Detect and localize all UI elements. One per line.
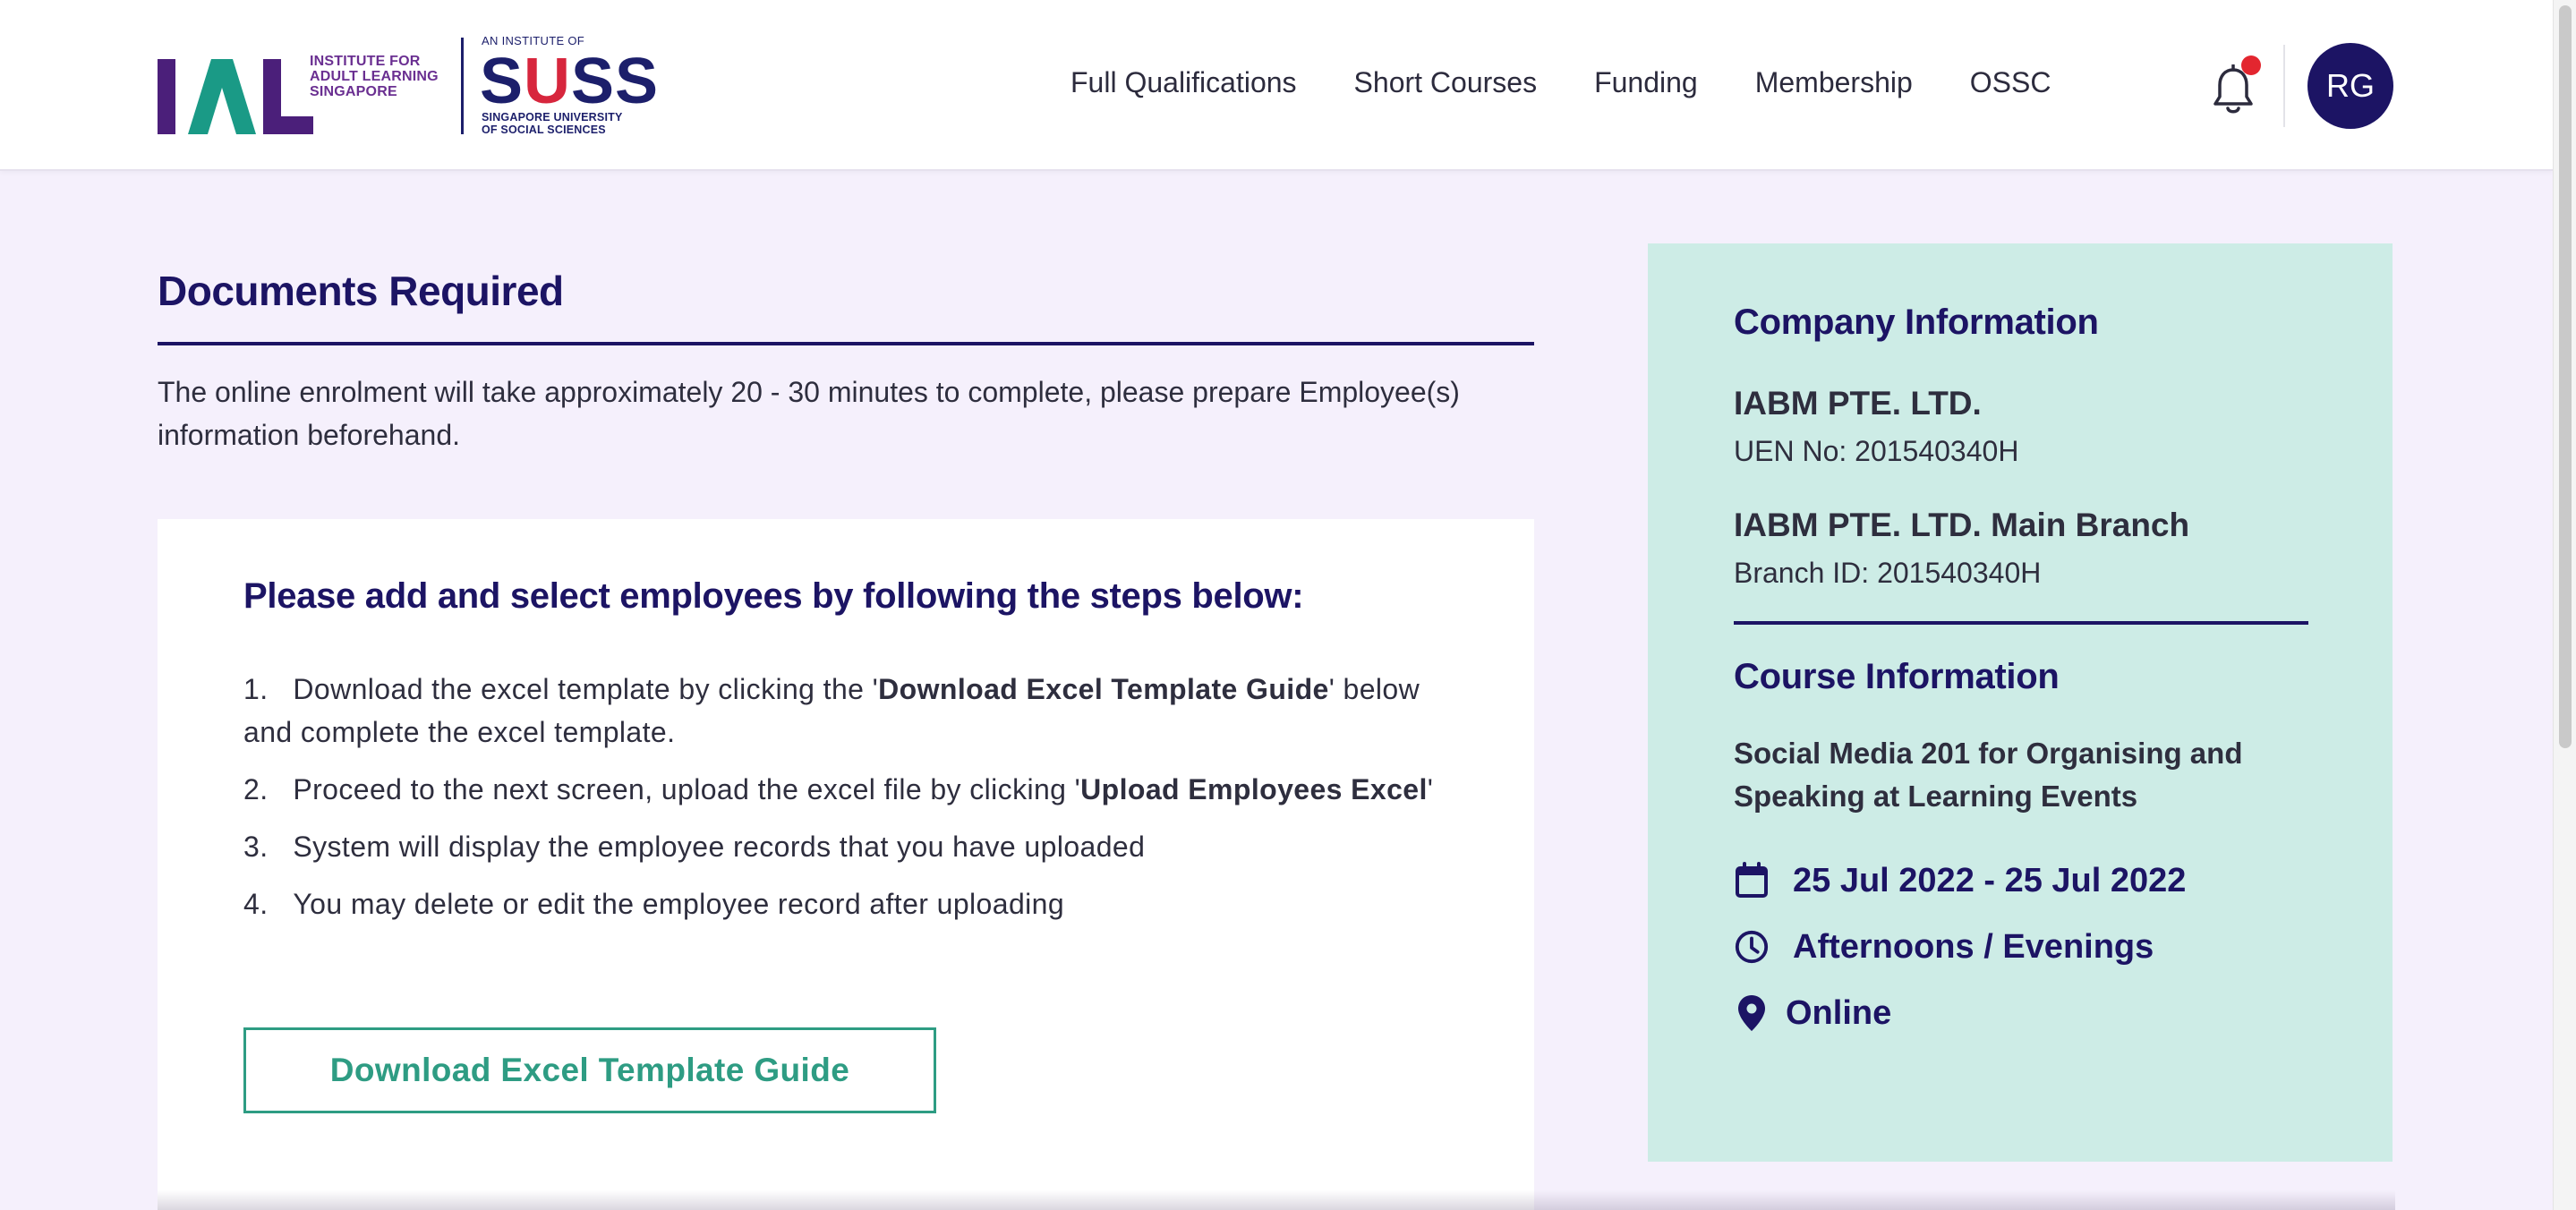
- step-item-2: 2. Proceed to the next screen, upload th…: [243, 773, 1434, 805]
- nav-membership[interactable]: Membership: [1755, 66, 1913, 99]
- branch-name: IABM PTE. LTD. Main Branch: [1734, 507, 2190, 543]
- company-name: IABM PTE. LTD.: [1734, 385, 1982, 422]
- download-excel-template-button[interactable]: Download Excel Template Guide: [243, 1027, 936, 1113]
- header-divider: [2283, 45, 2285, 127]
- nav-full-qualifications[interactable]: Full Qualifications: [1070, 66, 1297, 99]
- suss-university-text: SINGAPORE UNIVERSITY OF SOCIAL SCIENCES: [482, 111, 623, 136]
- calendar-icon: [1734, 861, 1770, 900]
- top-header: INSTITUTE FOR ADULT LEARNING SINGAPORE A…: [0, 0, 2553, 171]
- steps-card: Please add and select employees by follo…: [158, 519, 1534, 1210]
- course-location-row: Online: [1734, 993, 1891, 1033]
- course-name: Social Media 201 for Organising and Spea…: [1734, 737, 2243, 813]
- notification-dot: [2241, 55, 2261, 75]
- course-location: Online: [1786, 993, 1892, 1032]
- course-time-row: Afternoons / Evenings: [1734, 927, 2154, 967]
- info-divider: [1734, 621, 2308, 625]
- course-date-row: 25 Jul 2022 - 25 Jul 2022: [1734, 861, 2186, 900]
- ial-logo-mark: [158, 59, 313, 134]
- company-uen: UEN No: 201540340H: [1734, 435, 2019, 467]
- nav-short-courses[interactable]: Short Courses: [1354, 66, 1538, 99]
- documents-required-title: Documents Required: [158, 268, 564, 314]
- bottom-shadow: [158, 1190, 2395, 1210]
- info-panel: Company Information IABM PTE. LTD. UEN N…: [1648, 243, 2393, 1162]
- user-avatar[interactable]: RG: [2307, 43, 2393, 129]
- page-scrollbar[interactable]: [2553, 0, 2576, 1210]
- map-pin-icon: [1734, 993, 1770, 1033]
- scrollbar-thumb[interactable]: [2559, 5, 2572, 748]
- step-item-1: 1. Download the excel template by clicki…: [243, 673, 1420, 748]
- brand-logo[interactable]: INSTITUTE FOR ADULT LEARNING SINGAPORE A…: [158, 34, 658, 138]
- company-info-heading: Company Information: [1734, 302, 2099, 342]
- course-date: 25 Jul 2022 - 25 Jul 2022: [1793, 861, 2187, 899]
- nav-funding[interactable]: Funding: [1594, 66, 1698, 99]
- step-item-3: 3. System will display the employee reco…: [243, 831, 1146, 863]
- suss-wordmark: SUSS: [480, 46, 660, 117]
- notification-button[interactable]: [2211, 55, 2261, 115]
- main-nav: Full Qualifications Short Courses Fundin…: [1070, 66, 2108, 99]
- title-divider: [158, 342, 1534, 345]
- course-time: Afternoons / Evenings: [1793, 927, 2154, 966]
- ial-institute-text: INSTITUTE FOR ADULT LEARNING SINGAPORE: [310, 54, 439, 99]
- branch-id: Branch ID: 201540340H: [1734, 557, 2042, 589]
- step-item-4: 4. You may delete or edit the employee r…: [243, 888, 1065, 920]
- documents-description: The online enrolment will take approxima…: [158, 376, 1460, 451]
- steps-list: 1. Download the excel template by clicki…: [243, 668, 1434, 940]
- steps-title: Please add and select employees by follo…: [243, 576, 1304, 616]
- nav-ossc[interactable]: OSSC: [1970, 66, 2051, 99]
- logo-divider: [461, 38, 464, 134]
- clock-icon: [1734, 927, 1770, 967]
- course-info-heading: Course Information: [1734, 657, 2060, 696]
